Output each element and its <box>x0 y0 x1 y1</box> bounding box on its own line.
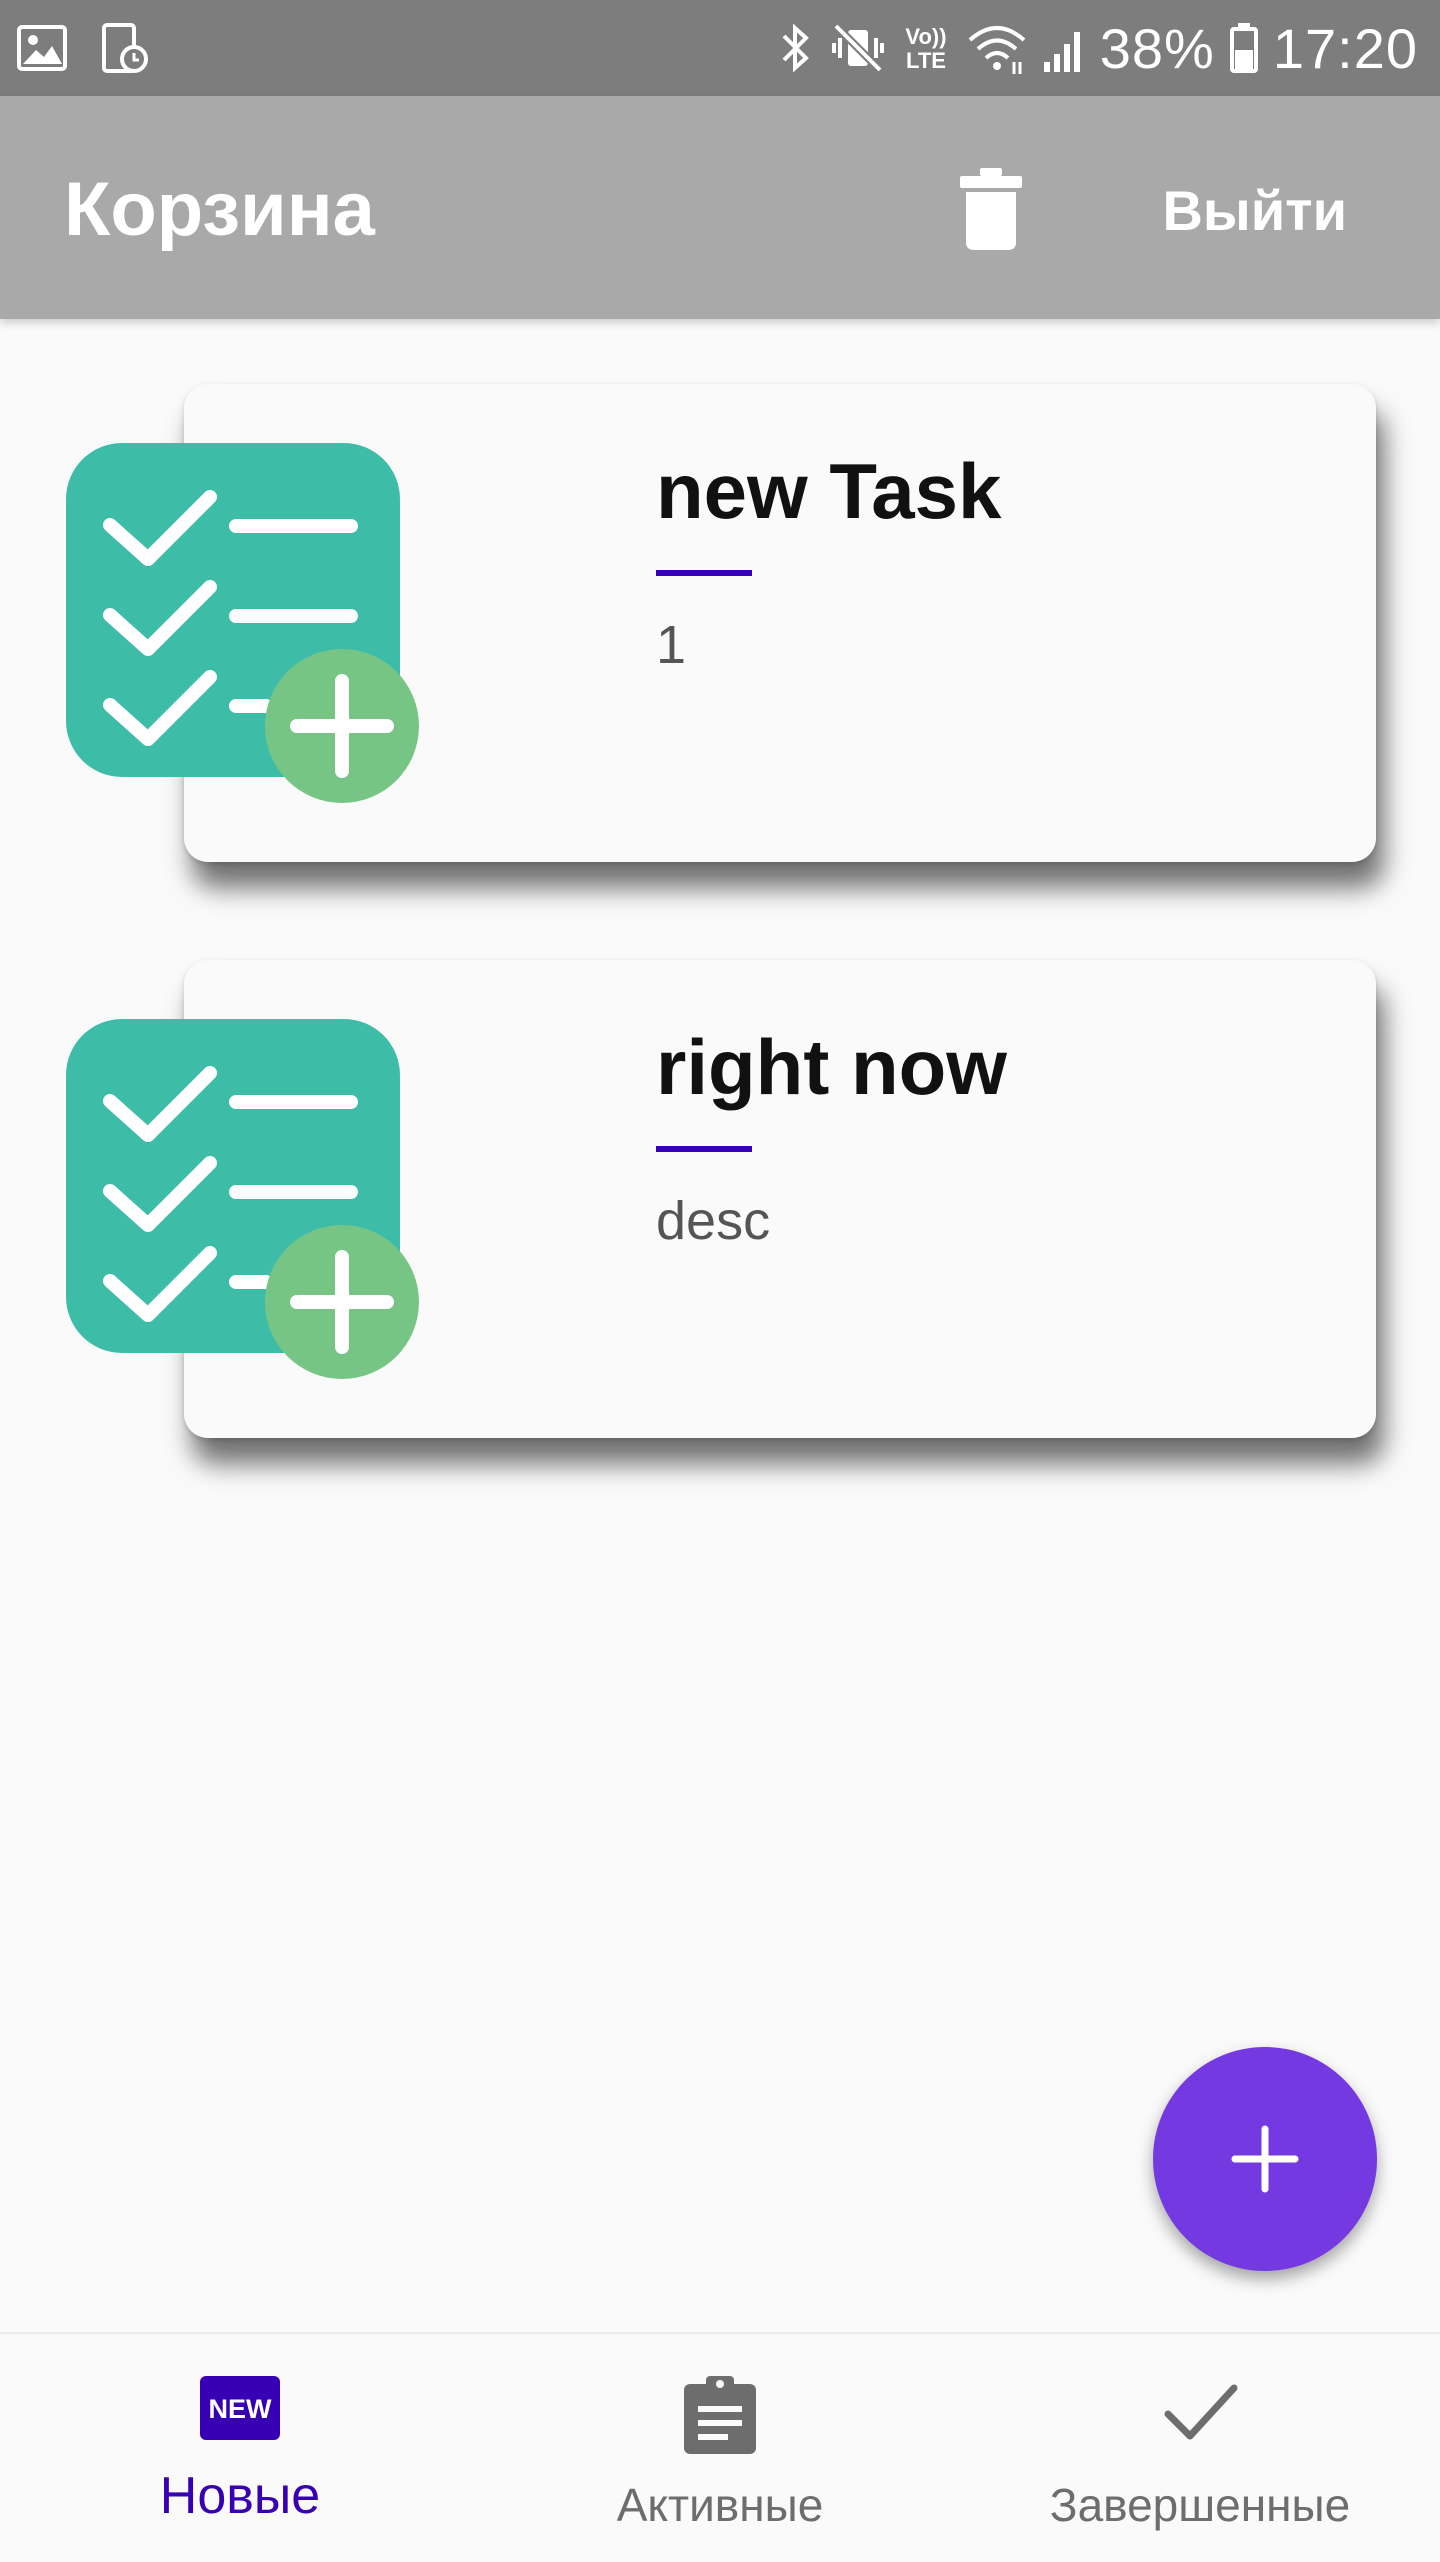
title-underline <box>656 1146 752 1152</box>
page-title: Корзина <box>64 167 375 252</box>
nav-tab-completed[interactable]: Завершенные <box>960 2334 1440 2562</box>
new-icon: NEW <box>198 2374 282 2447</box>
clipboard-icon <box>682 2374 758 2461</box>
checklist-add-icon <box>66 1019 426 1379</box>
signal-icon <box>1042 20 1086 76</box>
nav-tab-active[interactable]: Активные <box>480 2334 960 2562</box>
battery-percent: 38% <box>1099 16 1215 80</box>
trash-icon <box>950 168 1032 260</box>
title-underline <box>656 570 752 576</box>
delete-button[interactable] <box>950 156 1032 256</box>
task-description: 1 <box>656 615 687 675</box>
list-item: right now desc <box>0 960 1440 1440</box>
status-left-icons <box>16 22 150 79</box>
image-icon <box>16 22 68 79</box>
status-right-icons: Vo)) LTE 38% 17:20 <box>776 12 1418 84</box>
nav-label: Активные <box>616 2479 824 2531</box>
clock: 17:20 <box>1272 16 1418 80</box>
new-badge-text: NEW <box>209 2394 273 2424</box>
task-description: desc <box>656 1191 771 1251</box>
vibrate-mute-icon <box>830 20 886 76</box>
screenshot-icon <box>98 22 150 79</box>
wifi-icon <box>966 20 1028 76</box>
bottom-nav: NEW Новые Активные Завершенные <box>0 2332 1440 2562</box>
battery-icon <box>1229 20 1259 76</box>
nav-label: Новые <box>159 2467 321 2525</box>
status-bar: Vo)) LTE 38% 17:20 <box>0 0 1440 96</box>
svg-text:Vo)): Vo)) <box>905 24 946 49</box>
bluetooth-icon <box>776 20 816 76</box>
nav-tab-new[interactable]: NEW Новые <box>0 2334 480 2562</box>
add-task-button[interactable] <box>1153 2047 1377 2271</box>
checklist-add-icon <box>66 443 426 803</box>
task-title: right now <box>656 1023 1007 1111</box>
app-bar: Корзина Выйти <box>0 96 1440 319</box>
logout-button[interactable]: Выйти <box>1162 178 1347 243</box>
svg-text:LTE: LTE <box>906 48 946 73</box>
list-item: new Task 1 <box>0 384 1440 864</box>
task-title: new Task <box>656 447 1002 535</box>
nav-label: Завершенные <box>1049 2479 1351 2531</box>
volte-icon: Vo)) LTE <box>900 20 952 76</box>
check-icon <box>1160 2374 1240 2455</box>
